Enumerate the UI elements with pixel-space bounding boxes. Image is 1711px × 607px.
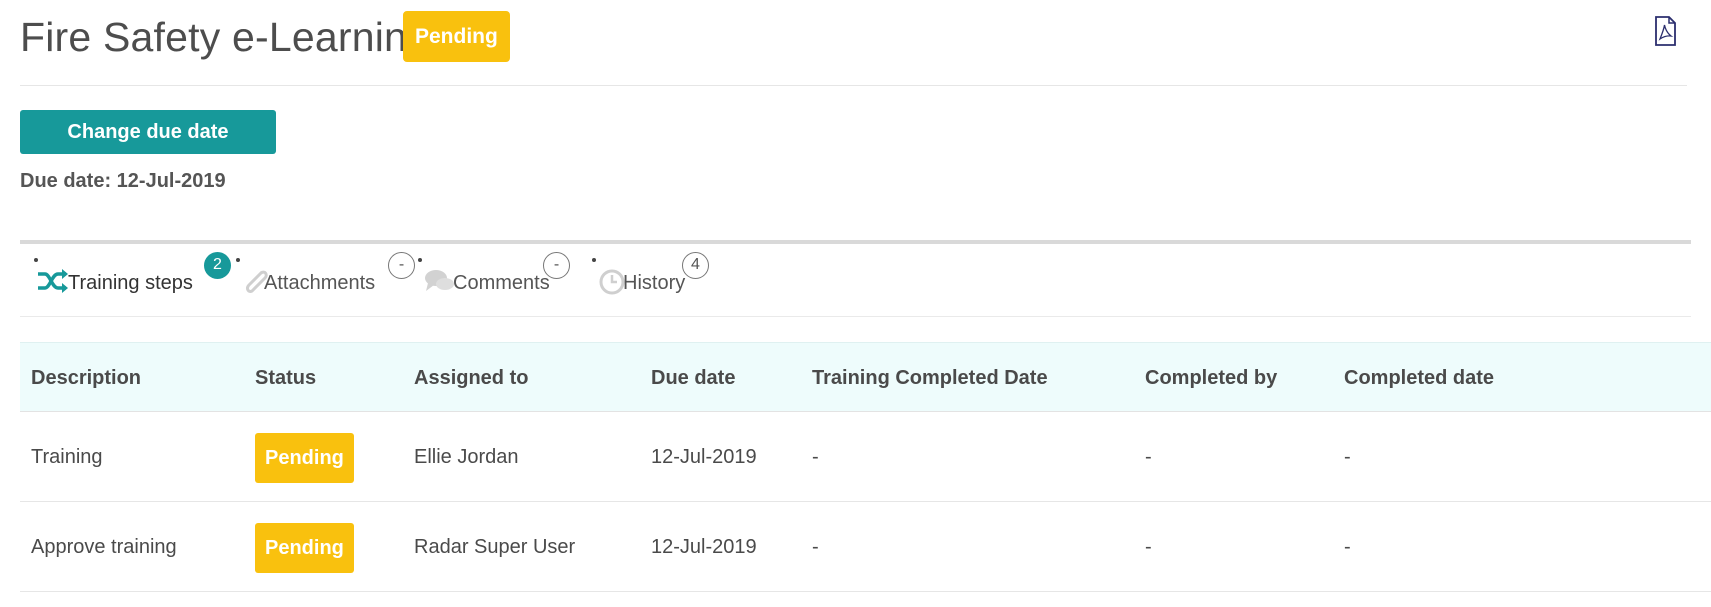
tab-count-badge: - — [543, 252, 570, 279]
pdf-file-icon[interactable] — [1653, 16, 1677, 46]
cell-completed-by: - — [1145, 536, 1152, 558]
column-header-due-date[interactable]: Due date — [651, 343, 735, 413]
training-steps-table: Description Status Assigned to Due date … — [20, 342, 1711, 592]
tab-comments[interactable]: Comments - — [418, 244, 588, 314]
cell-description: Approve training — [31, 536, 177, 558]
column-header-completed-by[interactable]: Completed by — [1145, 343, 1277, 413]
shuffle-icon — [38, 269, 68, 293]
tab-count-badge: 4 — [682, 252, 709, 279]
column-header-completed-date[interactable]: Completed date — [1344, 343, 1494, 413]
tab-training-steps[interactable]: Training steps 2 — [34, 244, 240, 314]
table-row[interactable]: Training Pending Ellie Jordan 12-Jul-201… — [20, 412, 1711, 502]
cell-training-completed-date: - — [812, 536, 819, 558]
cell-assigned-to: Radar Super User — [414, 536, 576, 558]
tab-bullet — [236, 258, 240, 262]
tab-bullet — [34, 258, 38, 262]
cell-training-completed-date: - — [812, 446, 819, 468]
cell-completed-by: - — [1145, 446, 1152, 468]
table-row[interactable]: Approve training Pending Radar Super Use… — [20, 502, 1711, 592]
tab-count-badge: - — [388, 252, 415, 279]
cell-completed-date: - — [1344, 536, 1351, 558]
page-header: Fire Safety e-Learning Pending — [20, 10, 1687, 86]
cell-completed-date: - — [1344, 446, 1351, 468]
tab-label: Attachments — [264, 272, 376, 294]
cell-description: Training — [31, 446, 103, 468]
due-date-text: Due date: 12-Jul-2019 — [20, 170, 226, 192]
comments-icon — [425, 270, 454, 291]
page-title: Fire Safety e-Learning — [20, 14, 431, 60]
status-badge: Pending — [255, 433, 354, 483]
column-header-status[interactable]: Status — [255, 343, 316, 413]
tab-bullet — [418, 258, 422, 262]
status-badge: Pending — [255, 523, 354, 573]
column-header-description[interactable]: Description — [31, 343, 141, 413]
tab-attachments[interactable]: Attachments - — [236, 244, 416, 314]
tab-label: History — [623, 272, 686, 294]
status-badge: Pending — [403, 11, 510, 62]
cell-due-date: 12-Jul-2019 — [651, 446, 757, 468]
table-header-row: Description Status Assigned to Due date … — [20, 342, 1711, 412]
tab-label: Training steps — [68, 272, 193, 294]
tab-bullet — [592, 258, 596, 262]
tab-bar: Training steps 2 Attachments - Comments … — [20, 240, 1691, 317]
tab-count-badge: 2 — [204, 252, 231, 279]
cell-due-date: 12-Jul-2019 — [651, 536, 757, 558]
column-header-training-completed-date[interactable]: Training Completed Date — [812, 343, 1048, 413]
cell-assigned-to: Ellie Jordan — [414, 446, 519, 468]
column-header-assigned-to[interactable]: Assigned to — [414, 343, 528, 413]
change-due-date-button[interactable]: Change due date — [20, 110, 276, 154]
tab-label: Comments — [453, 272, 550, 294]
tab-history[interactable]: History 4 — [592, 244, 732, 314]
